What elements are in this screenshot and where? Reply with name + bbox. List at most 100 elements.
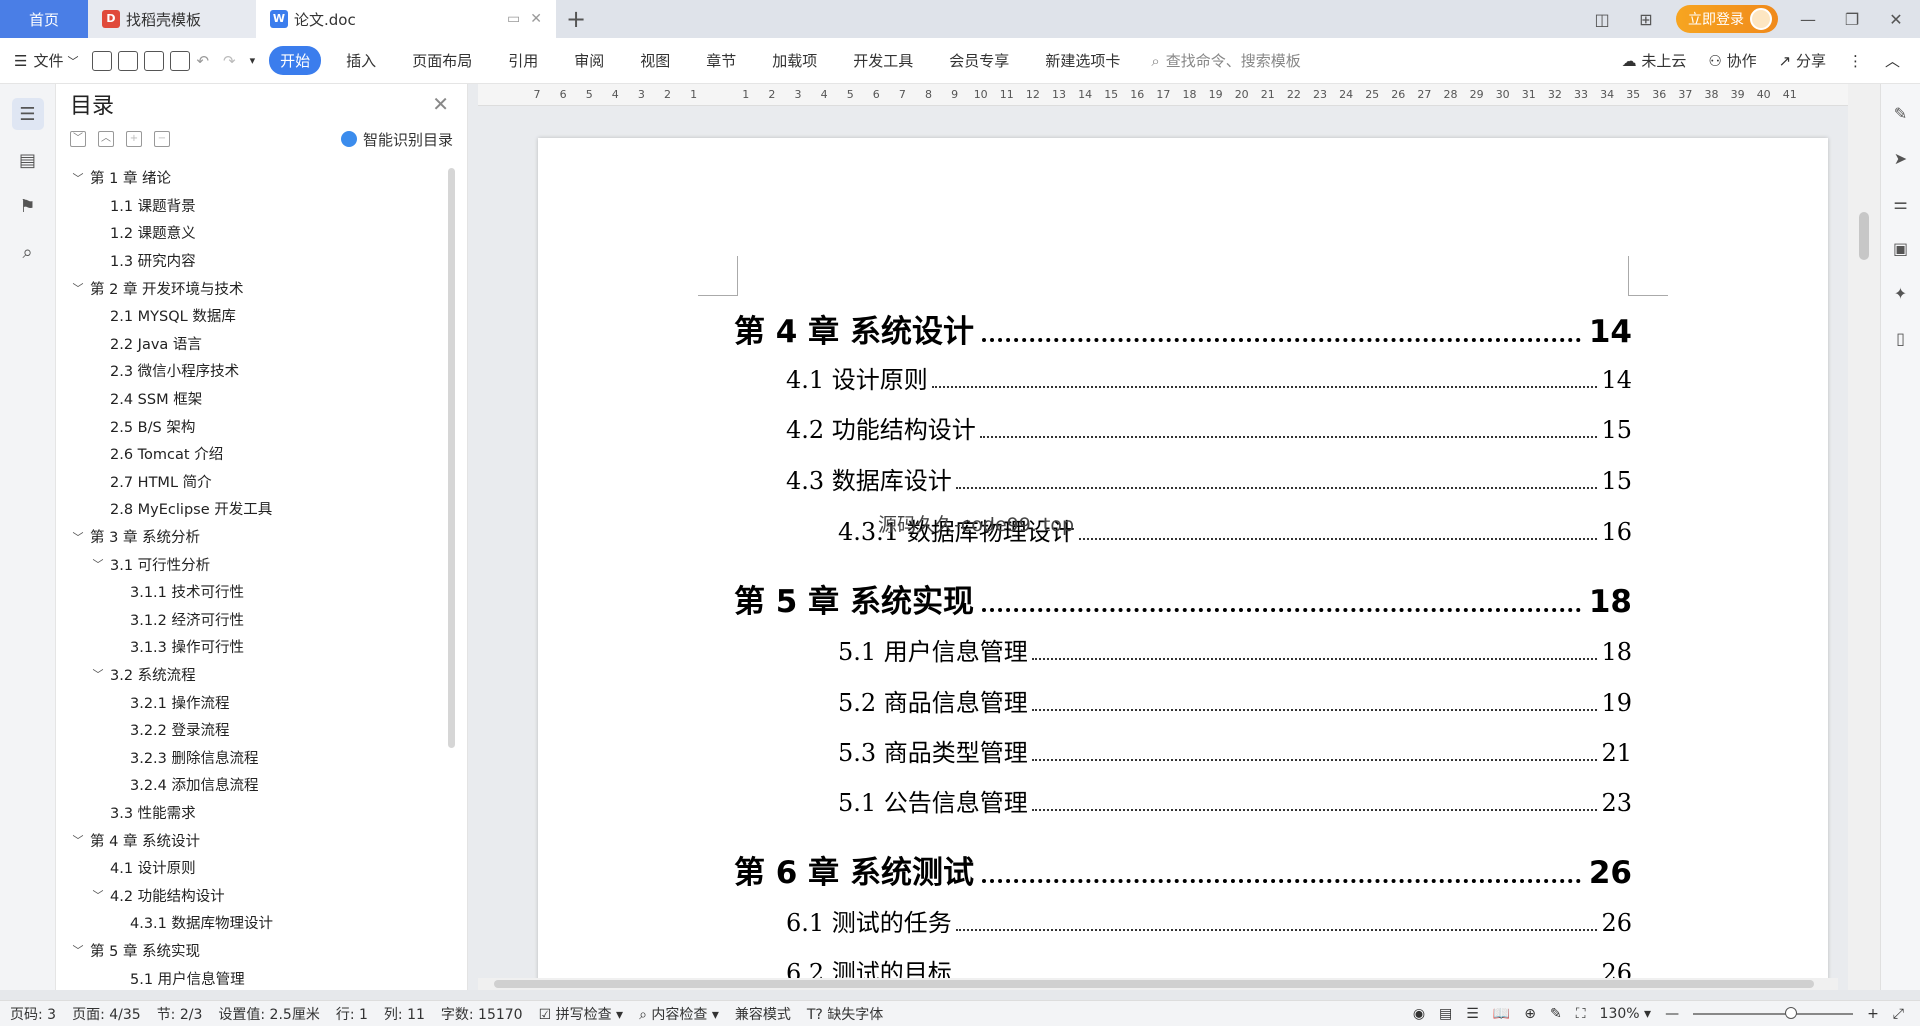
chevron-down-icon[interactable]: ﹀ [70,832,86,848]
toc-scrollbar[interactable] [448,168,455,748]
toc-entry[interactable]: 5.1 用户信息管理 18 [838,632,1632,667]
toc-tree-item[interactable]: 2.8 MyEclipse 开发工具 [56,495,446,523]
zoom-slider[interactable] [1693,1006,1854,1019]
toc-tree-item[interactable]: 2.5 B/S 架构 [56,412,446,440]
content-check-button[interactable]: ⌕ 内容检查 ▾ [639,1004,719,1024]
image-tool-icon[interactable]: ▣ [1889,239,1913,263]
missing-font-button[interactable]: T? 缺失字体 [807,1004,883,1024]
toc-tree-item[interactable]: 3.1.1 技术可行性 [56,578,446,606]
layout-icon[interactable]: ◫ [1588,10,1616,29]
menu-tab[interactable]: 新建选项卡 [1034,46,1131,75]
toc-tree-item[interactable]: 2.1 MYSQL 数据库 [56,302,446,330]
toc-entry[interactable]: 5.1 公告信息管理 23 [838,783,1632,818]
toc-entry[interactable]: 4.2 功能结构设计 15 [786,410,1632,445]
toc-tree-item[interactable]: ﹀ 3.2 系统流程 [56,661,446,689]
section-info[interactable]: 节: 2/3 [157,1004,203,1024]
outline-view-icon[interactable]: ☰ [1466,1006,1479,1022]
search-icon[interactable]: ⌕ [12,236,44,268]
menu-tab[interactable]: 插入 [335,46,387,75]
redo-icon[interactable]: ↷ [223,52,236,70]
collapse-all-icon[interactable]: ︿ [98,131,114,147]
toc-tree-item[interactable]: 4.3.1 数据库物理设计 [56,909,446,937]
toc-entry[interactable]: 4.3 数据库设计 15 [786,461,1632,496]
apps-grid-icon[interactable]: ⊞ [1632,10,1660,29]
toc-tree-item[interactable]: 2.6 Tomcat 介绍 [56,440,446,468]
file-menu[interactable]: ☰ 文件 ﹀ [14,50,78,71]
restore-icon[interactable]: ❐ [1838,10,1866,29]
close-tab-icon[interactable]: ✕ [530,11,542,27]
toc-tree-item[interactable]: 3.2.1 操作流程 [56,688,446,716]
horizontal-scrollbar[interactable] [478,978,1838,990]
toc-tree-item[interactable]: 2.7 HTML 简介 [56,468,446,496]
toc-tree-item[interactable]: 1.2 课题意义 [56,219,446,247]
scroll-thumb[interactable] [494,980,1814,988]
menu-tab[interactable]: 开发工具 [842,46,924,75]
fullscreen-icon[interactable]: ⤢ [1893,1006,1904,1022]
save-icon[interactable] [92,50,113,71]
cloud-status[interactable]: ☁ 未上云 [1622,50,1687,71]
toc-tree-item[interactable]: ﹀ 第 2 章 开发环境与技术 [56,274,446,302]
menu-tab[interactable]: 引用 [497,46,549,75]
print-icon[interactable] [144,50,165,71]
page-count[interactable]: 页面: 4/35 [72,1004,141,1024]
toc-entry[interactable]: 4.1 设计原则 14 [786,360,1632,395]
collapse-ribbon-icon[interactable]: ︿ [1885,50,1900,71]
ai-assistant-icon[interactable]: ✦ [1889,284,1913,308]
horizontal-ruler[interactable]: 7 6 5 4 3 2 1 1 2 3 4 5 6 7 8 9 10 11 12 13 14 15 16 17 18 19 20 21… [478,84,1858,106]
chapter-nav-icon[interactable]: ▤ [12,144,44,176]
menu-tab[interactable]: 页面布局 [401,46,483,75]
undo-icon[interactable]: ↶ [196,52,209,70]
menu-tab[interactable]: 审阅 [563,46,615,75]
toc-tree-item[interactable]: 3.2.2 登录流程 [56,716,446,744]
menu-tab[interactable]: 会员专享 [938,46,1020,75]
toc-icon[interactable]: ☰ [11,98,44,130]
toc-entry[interactable]: 5.3 商品类型管理 21 [838,733,1632,768]
new-tab-button[interactable]: + [556,0,596,38]
tab-document[interactable]: W 论文.doc ▭ ✕ [256,0,556,38]
document-page[interactable]: 第 4 章 系统设计 14 4.1 设计原则 14 4.2 功能结构设计 15 4.3 数据… [538,138,1828,990]
bookmark-icon[interactable]: ⚑ [12,190,44,222]
collab-button[interactable]: ⚇ 协作 [1708,50,1756,71]
smart-toc-button[interactable]: 智能识别目录 [340,129,453,150]
tab-template[interactable]: D 找稻壳模板 [88,0,256,38]
zoom-slider-knob[interactable] [1784,1006,1797,1019]
toc-tree-item[interactable]: ﹀ 4.2 功能结构设计 [56,881,446,909]
page-view-icon[interactable]: ▤ [1439,1006,1452,1022]
toc-tree-item[interactable]: 1.3 研究内容 [56,247,446,275]
more-icon[interactable]: ⋮ [1848,52,1863,70]
command-search[interactable]: ⌕ 查找命令、搜索模板 [1151,50,1300,71]
toc-tree-item[interactable]: ﹀ 第 4 章 系统设计 [56,826,446,854]
toc-entry[interactable]: 第 4 章 系统设计 14 [734,306,1632,351]
toc-entry[interactable]: 5.2 商品信息管理 19 [838,683,1632,718]
toc-tree-item[interactable]: ﹀ 第 3 章 系统分析 [56,523,446,551]
page-number[interactable]: 页码: 3 [10,1004,56,1024]
zoom-level[interactable]: 130% ▾ [1600,1006,1652,1022]
reader-icon[interactable]: ▯ [1889,329,1913,353]
toc-tree-item[interactable]: 3.2.4 添加信息流程 [56,771,446,799]
toc-tree-item[interactable]: ﹀ 3.1 可行性分析 [56,550,446,578]
toc-entry[interactable]: 第 5 章 系统实现 18 [734,576,1632,621]
row-info[interactable]: 行: 1 [336,1004,368,1024]
toc-tree-item[interactable]: 2.3 微信小程序技术 [56,357,446,385]
chevron-down-icon[interactable]: ﹀ [70,170,86,186]
toc-tree-item[interactable]: 3.3 性能需求 [56,799,446,827]
tab-home[interactable]: 首页 [0,0,88,38]
toc-tree-item[interactable]: 2.4 SSM 框架 [56,385,446,413]
chevron-down-icon[interactable]: ﹀ [70,280,86,296]
more-quick-icon[interactable]: ▾ [250,54,256,67]
fit-page-icon[interactable]: ⛶ [1576,1006,1586,1022]
expand-all-icon[interactable]: ﹀ [70,131,86,147]
add-level-icon[interactable]: + [126,131,142,147]
vertical-scrollbar[interactable] [1848,84,1880,990]
share-button[interactable]: ↗ 分享 [1779,50,1826,71]
write-view-icon[interactable]: ✎ [1550,1006,1562,1022]
spell-check-button[interactable]: ☑ 拼写检查 ▾ [539,1004,624,1024]
select-cursor-icon[interactable]: ➤ [1889,149,1913,173]
edit-pen-icon[interactable]: ✎ [1889,104,1913,128]
print-preview-icon[interactable] [170,50,191,71]
close-icon[interactable]: ✕ [432,92,449,116]
toc-tree-item[interactable]: 3.1.2 经济可行性 [56,606,446,634]
menu-tab[interactable]: 视图 [629,46,681,75]
toc-tree-item[interactable]: 3.2.3 删除信息流程 [56,743,446,771]
minimize-icon[interactable]: — [1794,10,1822,29]
